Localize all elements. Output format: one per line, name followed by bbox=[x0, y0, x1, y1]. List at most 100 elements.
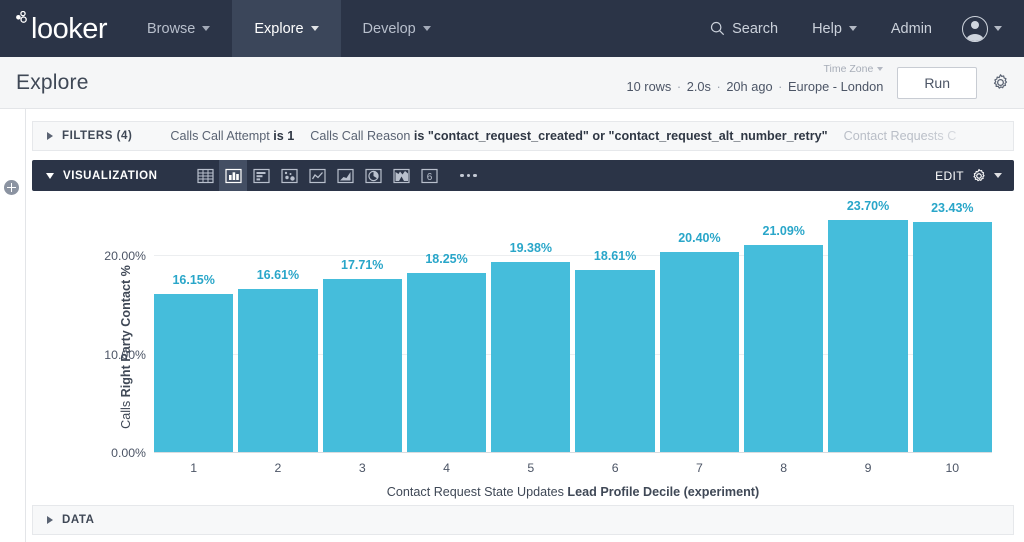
bar-column[interactable]: 20.40% bbox=[659, 197, 740, 453]
bar-column[interactable]: 19.38% bbox=[491, 197, 571, 453]
bar[interactable]: 16.15% bbox=[154, 273, 234, 453]
triangle-right-icon[interactable] bbox=[47, 516, 53, 524]
bar-value-label: 18.61% bbox=[593, 248, 637, 263]
meta-separator: · bbox=[676, 79, 682, 94]
bar-column[interactable]: 21.09% bbox=[744, 197, 824, 453]
x-axis-title-field: Lead Profile Decile (experiment) bbox=[567, 485, 760, 499]
user-menu[interactable] bbox=[950, 15, 1010, 42]
column-chart-icon[interactable] bbox=[219, 160, 248, 191]
visualization-edit-group[interactable]: EDIT bbox=[935, 168, 1014, 184]
filter-chip[interactable]: Contact Requests C bbox=[844, 129, 957, 143]
visualization-bar: VISUALIZATION 6 EDIT bbox=[32, 160, 1014, 191]
data-section-label: DATA bbox=[62, 514, 95, 526]
query-duration: 2.0s bbox=[686, 79, 711, 94]
x-axis-tick-label: 8 bbox=[780, 461, 788, 475]
bar-column[interactable]: 18.61% bbox=[575, 197, 655, 453]
scatter-chart-icon[interactable] bbox=[275, 160, 303, 191]
filter-field: Contact Requests C bbox=[843, 129, 957, 143]
y-axis-tick-label: 0.00% bbox=[111, 446, 146, 460]
chart-type-selector: 6 bbox=[191, 160, 485, 191]
filter-chip-list: Calls Call Attempt is 1 Calls Call Reaso… bbox=[170, 129, 956, 143]
filters-label: FILTERS (4) bbox=[62, 130, 133, 142]
x-axis-tick-label: 2 bbox=[274, 461, 282, 475]
chevron-down-icon bbox=[422, 26, 431, 31]
bar[interactable]: 23.43% bbox=[912, 201, 992, 453]
top-navigation-bar: looker Browse Explore Develop Search Hel… bbox=[0, 0, 1024, 57]
bar[interactable]: 21.09% bbox=[744, 224, 824, 453]
bar-column[interactable]: 18.25% bbox=[406, 197, 487, 453]
help-menu[interactable]: Help bbox=[796, 0, 873, 57]
explore-settings-gear-icon[interactable] bbox=[991, 73, 1010, 92]
timezone-selector[interactable]: Time Zone bbox=[824, 63, 884, 75]
x-axis-tick-label: 6 bbox=[611, 461, 619, 475]
x-axis-tick-label: 3 bbox=[358, 461, 366, 475]
area-chart-icon[interactable] bbox=[331, 160, 359, 191]
gear-icon[interactable] bbox=[971, 168, 987, 184]
bar[interactable]: 18.61% bbox=[575, 249, 655, 453]
left-rail bbox=[0, 109, 26, 542]
nav-item-develop[interactable]: Develop bbox=[341, 0, 453, 57]
nav-item-browse-label: Browse bbox=[147, 20, 196, 37]
bar[interactable]: 17.71% bbox=[322, 258, 402, 453]
explore-body: FILTERS (4) Calls Call Attempt is 1 Call… bbox=[0, 109, 1024, 542]
bar-column[interactable]: 16.15% bbox=[154, 197, 234, 453]
bar[interactable]: 16.61% bbox=[238, 268, 318, 453]
y-axis-tick-label: 10.00% bbox=[104, 347, 146, 362]
single-value-chart-icon[interactable]: 6 bbox=[415, 160, 443, 191]
filter-chip[interactable]: Calls Call Attempt is 1 bbox=[170, 129, 294, 143]
search-button[interactable]: Search bbox=[694, 0, 794, 57]
caret-down-icon[interactable] bbox=[994, 173, 1002, 178]
triangle-down-icon[interactable] bbox=[46, 172, 54, 179]
more-options-icon[interactable] bbox=[451, 160, 485, 191]
nav-item-develop-label: Develop bbox=[362, 20, 416, 37]
bar-value-label: 19.38% bbox=[509, 241, 553, 256]
bar-value-label: 23.43% bbox=[931, 201, 974, 216]
admin-label: Admin bbox=[890, 20, 932, 37]
bar-column[interactable]: 17.71% bbox=[322, 197, 402, 453]
filters-bar[interactable]: FILTERS (4) Calls Call Attempt is 1 Call… bbox=[32, 121, 1014, 151]
nav-item-explore[interactable]: Explore bbox=[232, 0, 341, 57]
x-axis-tick-label: 4 bbox=[443, 461, 450, 475]
looker-logo[interactable]: looker bbox=[0, 0, 125, 57]
bar-value-label: 16.61% bbox=[256, 268, 300, 283]
x-axis-title-prefix: Contact Request State Updates bbox=[386, 485, 568, 499]
x-axis-title: Contact Request State Updates Lead Profi… bbox=[154, 485, 992, 499]
svg-text:6: 6 bbox=[427, 172, 433, 183]
bar[interactable]: 23.70% bbox=[828, 199, 908, 453]
nav-item-browse[interactable]: Browse bbox=[125, 0, 232, 57]
map-chart-icon[interactable] bbox=[387, 160, 415, 191]
triangle-right-icon[interactable] bbox=[47, 132, 53, 140]
x-axis-baseline bbox=[154, 452, 992, 453]
x-axis-tick-label: 1 bbox=[190, 461, 198, 475]
bar[interactable]: 19.38% bbox=[491, 241, 571, 453]
add-circle-icon[interactable] bbox=[4, 180, 19, 195]
filter-field: Calls Call Reason bbox=[310, 129, 414, 143]
bar[interactable]: 18.25% bbox=[406, 252, 487, 453]
data-section-header[interactable]: DATA bbox=[32, 505, 1014, 535]
search-label: Search bbox=[732, 20, 779, 37]
bar-column[interactable]: 23.43% bbox=[912, 197, 992, 453]
query-age: 20h ago bbox=[726, 79, 773, 94]
meta-separator: · bbox=[716, 79, 721, 94]
table-chart-icon[interactable] bbox=[191, 160, 219, 191]
bar-column[interactable]: 16.61% bbox=[238, 197, 318, 453]
bar-value-label: 18.25% bbox=[425, 252, 468, 267]
bar-value-label: 23.70% bbox=[846, 198, 890, 213]
nav-item-explore-label: Explore bbox=[254, 20, 304, 37]
bar-column[interactable]: 23.70% bbox=[828, 197, 908, 453]
chevron-down-icon bbox=[994, 26, 1002, 31]
run-button[interactable]: Run bbox=[897, 66, 977, 99]
user-avatar-icon bbox=[962, 15, 988, 42]
pie-chart-icon[interactable] bbox=[359, 160, 387, 191]
bar[interactable]: 20.40% bbox=[659, 231, 740, 453]
line-chart-icon[interactable] bbox=[303, 160, 331, 191]
help-label: Help bbox=[812, 20, 842, 37]
bar-chart-icon[interactable] bbox=[247, 160, 275, 191]
main-content-column: FILTERS (4) Calls Call Attempt is 1 Call… bbox=[26, 109, 1024, 542]
filter-chip[interactable]: Calls Call Reason is "contact_request_cr… bbox=[310, 129, 827, 143]
chevron-down-icon bbox=[310, 26, 319, 31]
chevron-down-icon bbox=[848, 26, 857, 31]
meta-separator: · bbox=[778, 79, 783, 94]
chevron-down-icon bbox=[877, 67, 884, 71]
admin-link[interactable]: Admin bbox=[875, 0, 948, 57]
